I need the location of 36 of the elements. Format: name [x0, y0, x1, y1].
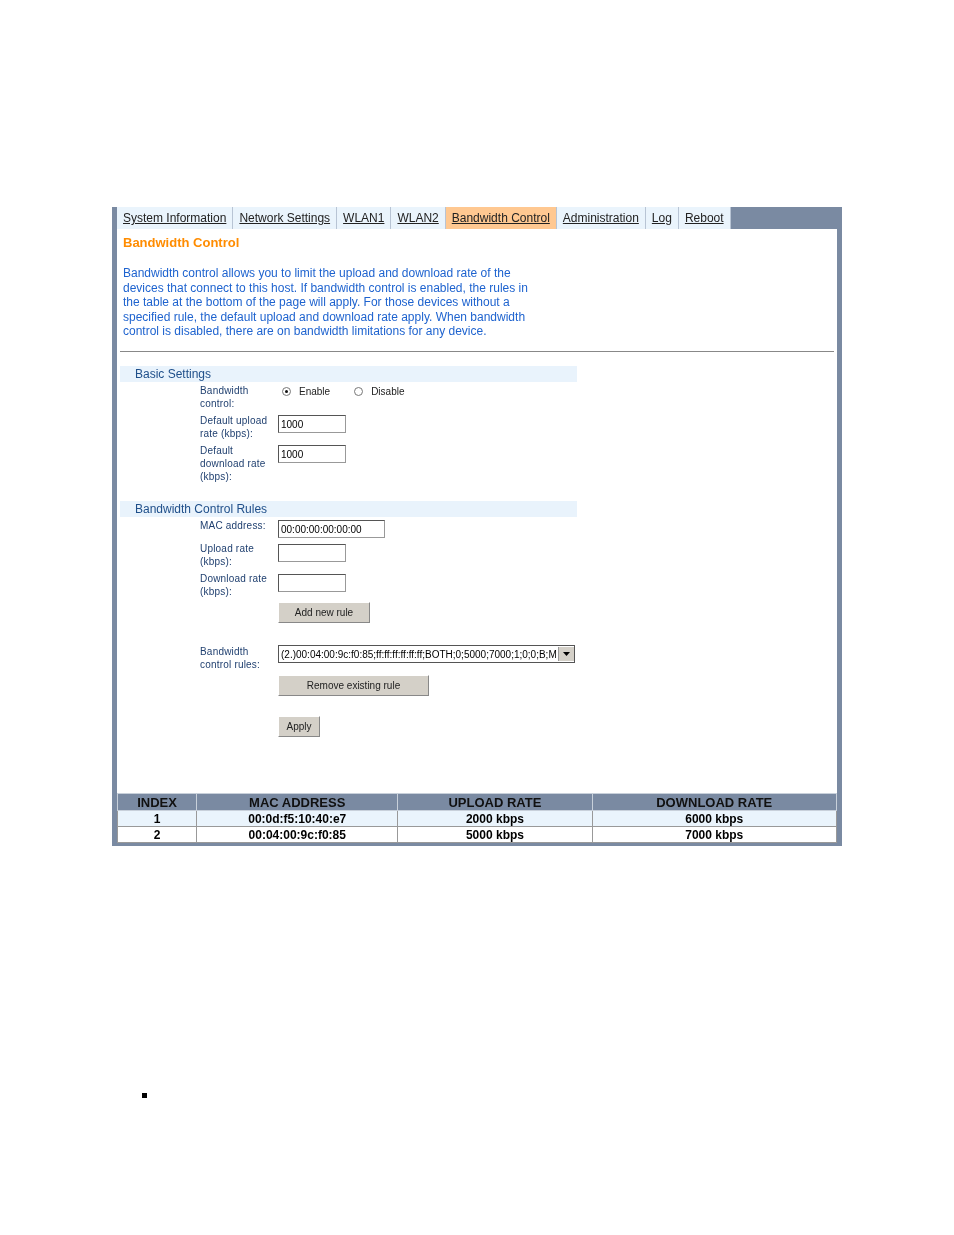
remove-rule-button[interactable]: Remove existing rule	[278, 675, 429, 697]
page-heading: Bandwidth Control	[123, 235, 241, 250]
column-header: UPLOAD RATE	[397, 793, 592, 811]
input-field[interactable]	[278, 573, 346, 592]
field-label: Bandwidth control rules:	[200, 645, 262, 672]
radio-label: Enable	[299, 385, 331, 397]
nav-tab[interactable]: System Information	[117, 207, 234, 229]
nav-tab[interactable]: Network Settings	[233, 207, 338, 229]
input-field[interactable]: 1000	[278, 445, 346, 464]
field-label: Download rate (kbps):	[200, 572, 269, 599]
rules-dropdown[interactable]: (2.)00:04:00:9c:f0:85;ff:ff:ff:ff:ff:ff;BOTH;0;5000;7000;1;0;0;B;M	[278, 645, 575, 664]
section-header: Bandwidth Control Rules	[120, 500, 577, 517]
input-field[interactable]: 1000	[278, 415, 346, 434]
radio-label: Disable	[371, 385, 405, 397]
nav-tab[interactable]: Bandwidth Control	[445, 207, 557, 229]
nav-tab[interactable]: WLAN1	[337, 207, 392, 229]
input-field[interactable]: 00:00:00:00:00:00	[278, 520, 385, 539]
field-label: Default upload rate (kbps):	[200, 413, 269, 440]
nav-tab[interactable]: Administration	[556, 207, 646, 229]
column-header: INDEX	[117, 793, 197, 811]
nav-tab[interactable]: Reboot	[678, 207, 731, 229]
field-label: Bandwidth control:	[200, 383, 250, 410]
nav-tab[interactable]: WLAN2	[391, 207, 446, 229]
input-field[interactable]	[278, 543, 346, 562]
field-label: Default download rate (kbps):	[200, 443, 267, 483]
nav-tab[interactable]: Log	[645, 207, 679, 229]
field-label: Upload rate (kbps):	[200, 542, 255, 569]
description-text: Bandwidth control allows you to limit the upload and download rate of the devices that connect to this host. If bandwidth control is enabled, the rules in the table at the bottom of the page will apply. For those devices without a specified rule, the default upload and download rate apply. When bandwidth control is disabled, there are on bandwidth limitations for any device.	[123, 266, 529, 339]
column-header: DOWNLOAD RATE	[592, 793, 837, 811]
section-header: Basic Settings	[120, 365, 577, 382]
column-header: MAC ADDRESS	[196, 793, 398, 811]
caret-icon	[558, 647, 574, 662]
apply-button[interactable]: Apply	[278, 716, 320, 738]
bullet-icon	[142, 1093, 147, 1098]
field-label: MAC address:	[200, 518, 267, 533]
add-rule-button[interactable]: Add new rule	[278, 602, 370, 624]
